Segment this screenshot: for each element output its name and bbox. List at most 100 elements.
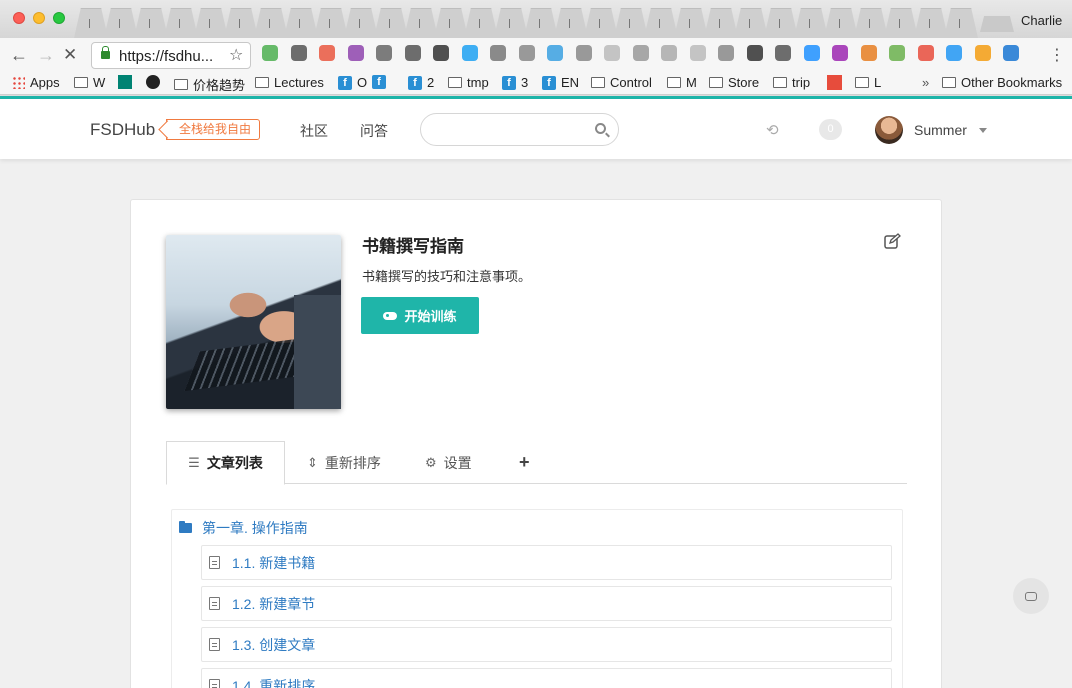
browser-tab[interactable] (614, 8, 648, 38)
browser-tab[interactable] (404, 8, 438, 38)
profile-name[interactable]: Charlie (1021, 13, 1062, 28)
list-item[interactable]: 1.2. 新建章节 (201, 586, 892, 621)
search-icon[interactable] (595, 123, 606, 134)
extension-icon[interactable] (290, 45, 307, 61)
browser-tab[interactable] (824, 8, 858, 38)
browser-menu-icon[interactable]: ⋮ (1049, 45, 1065, 65)
bookmark-item[interactable]: M (667, 75, 697, 90)
browser-tab[interactable] (734, 8, 768, 38)
chevron-down-icon[interactable] (979, 128, 987, 133)
browser-tab[interactable] (344, 8, 378, 38)
browser-tab[interactable] (764, 8, 798, 38)
bookmark-item[interactable]: f3 (502, 75, 528, 90)
bookmark-item[interactable]: 价格趋势 (174, 75, 245, 94)
browser-tab[interactable] (704, 8, 738, 38)
browser-tab[interactable] (194, 8, 228, 38)
bookmark-item[interactable]: Control (591, 75, 652, 90)
bookmark-item[interactable] (118, 75, 137, 89)
chat-button[interactable] (1013, 578, 1049, 614)
extension-icon[interactable] (946, 45, 962, 61)
extension-icon[interactable] (604, 45, 620, 61)
browser-tab[interactable] (794, 8, 828, 38)
search-input[interactable] (420, 113, 619, 146)
extension-icon[interactable] (490, 45, 506, 61)
bookmark-item[interactable]: tmp (448, 75, 489, 90)
extension-icon[interactable] (319, 45, 335, 61)
site-logo[interactable]: FSDHub (90, 120, 155, 140)
browser-tab[interactable] (584, 8, 618, 38)
close-window-button[interactable] (13, 12, 25, 24)
tab-article-list[interactable]: ☰ 文章列表 (166, 441, 285, 485)
browser-tab[interactable] (284, 8, 318, 38)
bookmark-item[interactable]: f (372, 75, 391, 89)
extension-icon[interactable] (433, 45, 449, 61)
bookmark-item[interactable]: trip (773, 75, 810, 90)
bookmark-item[interactable]: Lectures (255, 75, 324, 90)
extension-icon[interactable] (689, 45, 706, 61)
minimize-window-button[interactable] (33, 12, 45, 24)
extension-icon[interactable] (262, 45, 278, 61)
browser-tab[interactable] (854, 8, 888, 38)
extension-icon[interactable] (917, 45, 934, 61)
extension-icon[interactable] (575, 45, 592, 61)
username[interactable]: Summer (914, 122, 967, 138)
nav-qa[interactable]: 问答 (360, 121, 388, 141)
bookmark-item[interactable]: W (74, 75, 105, 90)
bookmark-star-icon[interactable]: ☆ (229, 45, 243, 65)
extension-icon[interactable] (404, 45, 421, 61)
extension-icon[interactable] (775, 45, 791, 61)
browser-tab[interactable] (914, 8, 948, 38)
extension-icon[interactable] (832, 45, 848, 61)
browser-tab[interactable] (74, 8, 108, 38)
chapter-item[interactable]: 第一章. 操作指南 (179, 518, 308, 538)
notification-badge[interactable]: 0 (819, 119, 842, 140)
list-item[interactable]: 1.1. 新建书籍 (201, 545, 892, 580)
bookmark-item[interactable]: f2 (408, 75, 434, 90)
new-tab-button[interactable] (980, 16, 1014, 32)
address-bar[interactable]: https://fsdhu... (91, 42, 251, 69)
browser-tab[interactable] (494, 8, 528, 38)
extension-icon[interactable] (518, 45, 535, 61)
bookmarks-overflow-icon[interactable]: » (922, 75, 929, 90)
avatar[interactable] (875, 116, 903, 144)
list-item[interactable]: 1.4. 重新排序 (201, 668, 892, 688)
extension-icon[interactable] (1003, 45, 1019, 61)
bookmark-item[interactable] (827, 75, 847, 90)
browser-tab[interactable] (164, 8, 198, 38)
bookmark-item[interactable]: Apps (12, 75, 60, 90)
browser-tab[interactable] (674, 8, 708, 38)
history-icon[interactable]: ⟲ (766, 121, 779, 139)
bookmark-item[interactable]: fO (338, 75, 367, 90)
browser-tab[interactable] (434, 8, 468, 38)
browser-tab[interactable] (134, 8, 168, 38)
browser-tab[interactable] (224, 8, 258, 38)
stop-loading-icon[interactable]: ✕ (63, 45, 77, 65)
forward-icon[interactable]: → (37, 45, 55, 65)
tab-settings[interactable]: ⚙ 设置 (425, 441, 472, 484)
extension-icon[interactable] (632, 45, 649, 61)
extension-icon[interactable] (547, 45, 563, 61)
browser-tab[interactable] (524, 8, 558, 38)
browser-tab[interactable] (374, 8, 408, 38)
start-training-button[interactable]: 开始训练 (361, 297, 479, 334)
browser-tab[interactable] (314, 8, 348, 38)
extension-icon[interactable] (661, 45, 677, 61)
bookmark-item[interactable]: f EN (542, 75, 579, 90)
extension-icon[interactable] (718, 45, 734, 61)
extension-icon[interactable] (376, 45, 392, 61)
browser-tab[interactable] (104, 8, 138, 38)
bookmark-item[interactable]: Store (709, 75, 759, 90)
extension-icon[interactable] (347, 45, 364, 61)
back-icon[interactable]: ← (10, 45, 28, 65)
browser-tab[interactable] (944, 8, 978, 38)
other-bookmarks[interactable]: Other Bookmarks (942, 75, 1062, 90)
list-item[interactable]: 1.3. 创建文章 (201, 627, 892, 662)
extension-icon[interactable] (746, 45, 763, 61)
browser-tab[interactable] (884, 8, 918, 38)
browser-tab[interactable] (554, 8, 588, 38)
maximize-window-button[interactable] (53, 12, 65, 24)
edit-icon[interactable] (884, 233, 901, 249)
extension-icon[interactable] (860, 45, 877, 61)
tab-reorder[interactable]: ⇕ 重新排序 (307, 441, 381, 484)
nav-community[interactable]: 社区 (300, 121, 328, 141)
